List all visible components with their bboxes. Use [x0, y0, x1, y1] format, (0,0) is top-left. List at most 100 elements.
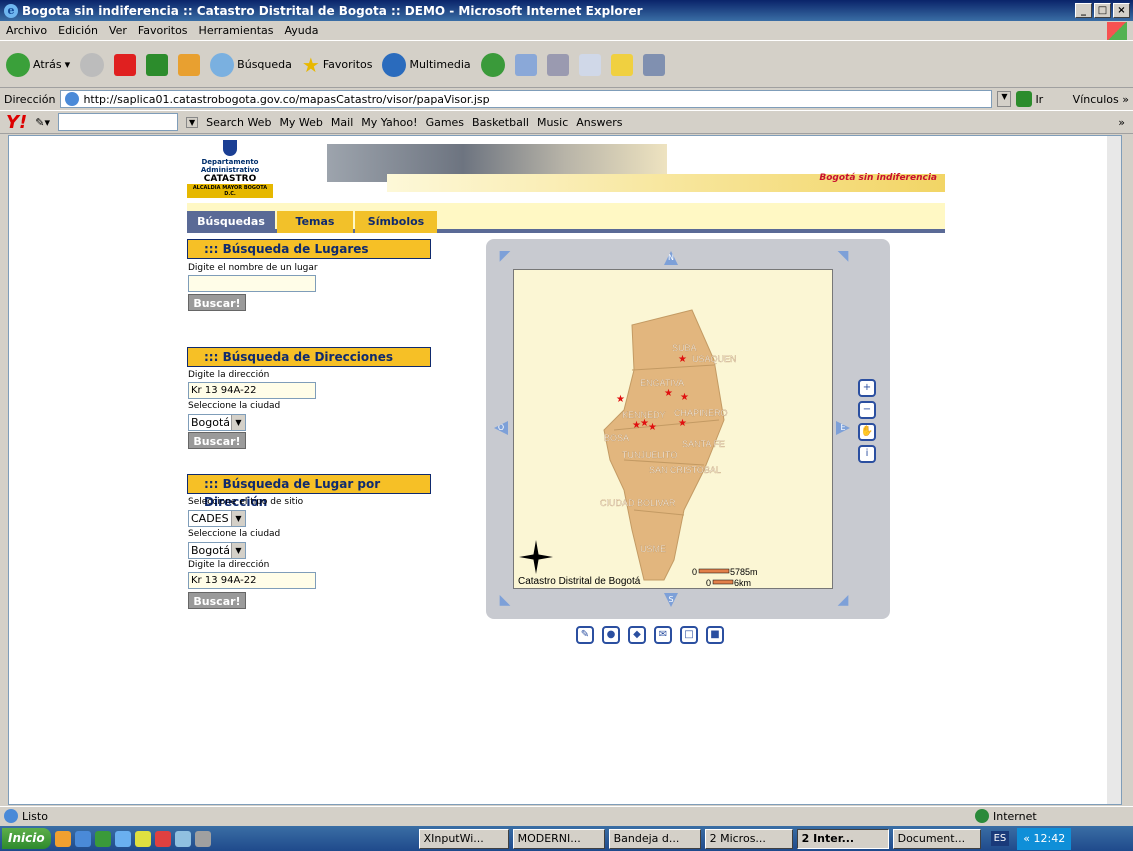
task-button[interactable]: 2 Micros... — [704, 828, 793, 849]
quicklaunch-icon[interactable] — [54, 830, 71, 847]
clock[interactable]: 12:42 — [1034, 832, 1066, 845]
yahoo-logo-icon[interactable]: Y! — [6, 112, 27, 133]
start-button[interactable]: Inicio — [2, 828, 51, 849]
marker-star[interactable]: ★ — [678, 354, 687, 365]
label-bosa: BOSA — [604, 433, 629, 443]
yahoo-item-mail[interactable]: Mail — [331, 116, 353, 129]
home-button[interactable] — [178, 53, 201, 76]
tab-busquedas[interactable]: Búsquedas — [187, 211, 275, 233]
direcciones-input[interactable]: Kr 13 94A-22 — [188, 382, 316, 399]
lugar-dir-addr-input[interactable]: Kr 13 94A-22 — [188, 572, 316, 589]
quicklaunch-icon[interactable] — [154, 830, 171, 847]
menu-archivo[interactable]: Archivo — [6, 24, 47, 37]
info-button[interactable]: i — [858, 445, 876, 463]
yahoo-item-myweb[interactable]: My Web — [279, 116, 322, 129]
go-button[interactable]: Ir — [1016, 91, 1043, 107]
tab-temas[interactable]: Temas — [277, 211, 353, 233]
marker-star[interactable]: ★ — [664, 388, 673, 399]
window-titlebar[interactable]: e Bogota sin indiferencia :: Catastro Di… — [0, 0, 1133, 21]
favorites-button[interactable]: ★ Favoritos — [302, 53, 373, 77]
language-indicator[interactable]: ES — [990, 831, 1010, 846]
edit-tool-button[interactable]: ✎ — [576, 626, 594, 644]
marker-star[interactable]: ★ — [678, 418, 687, 429]
lugares-input[interactable] — [188, 275, 316, 292]
pan-hand-button[interactable]: ✋ — [858, 423, 876, 441]
pan-northeast-button[interactable]: ◥ — [836, 249, 850, 263]
lugar-dir-search-button[interactable]: Buscar! — [188, 592, 246, 609]
pan-southeast-button[interactable]: ◢ — [836, 593, 850, 607]
pan-north-button[interactable]: N — [664, 251, 678, 265]
pan-west-button[interactable]: O — [494, 421, 508, 435]
lugar-dir-city-select[interactable]: Bogotá ▼ — [188, 542, 246, 559]
quicklaunch-icon[interactable] — [114, 830, 131, 847]
pan-east-button[interactable]: E — [836, 421, 850, 435]
minimize-button[interactable]: _ — [1075, 3, 1092, 18]
yahoo-item-games[interactable]: Games — [426, 116, 464, 129]
small-view-button[interactable]: □ — [680, 626, 698, 644]
vertical-scrollbar[interactable] — [1107, 136, 1121, 804]
search-web-button[interactable]: Search Web — [206, 116, 271, 129]
measure-tool-button[interactable]: ◆ — [628, 626, 646, 644]
zoom-in-button[interactable]: + — [858, 379, 876, 397]
close-button[interactable]: × — [1113, 3, 1130, 18]
address-input[interactable]: http://saplica01.catastrobogota.gov.co/m… — [60, 90, 993, 108]
full-view-button[interactable]: ■ — [706, 626, 724, 644]
messenger-button[interactable] — [642, 53, 665, 76]
task-button[interactable]: XInputWi... — [418, 828, 509, 849]
quicklaunch-icon[interactable] — [94, 830, 111, 847]
marker-star[interactable]: ★ — [648, 422, 657, 433]
mail-button[interactable] — [514, 53, 537, 76]
direcciones-search-button[interactable]: Buscar! — [188, 432, 246, 449]
marker-star[interactable]: ★ — [680, 392, 689, 403]
yahoo-item-basketball[interactable]: Basketball — [472, 116, 529, 129]
yahoo-item-music[interactable]: Music — [537, 116, 568, 129]
yahoo-more-icon[interactable]: » — [1118, 116, 1125, 129]
task-button[interactable]: Bandeja d... — [608, 828, 701, 849]
quicklaunch-icon[interactable] — [74, 830, 91, 847]
notes-button[interactable] — [610, 53, 633, 76]
task-button[interactable]: Document... — [892, 828, 981, 849]
back-button[interactable]: Atrás ▾ — [6, 52, 70, 77]
zoom-out-button[interactable]: − — [858, 401, 876, 419]
direcciones-city-select[interactable]: Bogotá ▼ — [188, 414, 246, 431]
quicklaunch-icon[interactable] — [194, 830, 211, 847]
edit-button[interactable] — [578, 53, 601, 76]
pan-southwest-button[interactable]: ◣ — [498, 593, 512, 607]
pan-northwest-button[interactable]: ◤ — [498, 249, 512, 263]
menu-ver[interactable]: Ver — [109, 24, 127, 37]
links-button[interactable]: Vínculos » — [1073, 93, 1129, 106]
yahoo-item-answers[interactable]: Answers — [576, 116, 622, 129]
quicklaunch-icon[interactable] — [174, 830, 191, 847]
stop-button[interactable] — [114, 53, 137, 76]
menu-ayuda[interactable]: Ayuda — [284, 24, 318, 37]
page-content: Departamento Administrativo CATASTRO ALC… — [8, 135, 1122, 805]
menu-herramientas[interactable]: Herramientas — [199, 24, 274, 37]
email-tool-button[interactable]: ✉ — [654, 626, 672, 644]
task-button[interactable]: MODERNI... — [512, 828, 605, 849]
map-canvas[interactable]: SUBA USAQUEN ENGATIVA KENNEDY CHAPINERO … — [513, 269, 833, 589]
yahoo-item-myyahoo[interactable]: My Yahoo! — [361, 116, 417, 129]
print-button[interactable] — [546, 53, 569, 76]
address-dropdown[interactable]: ▼ — [997, 91, 1012, 107]
yahoo-search-dropdown[interactable]: ▼ — [186, 116, 199, 128]
maximize-button[interactable]: □ — [1094, 3, 1111, 18]
forward-button[interactable] — [80, 52, 105, 77]
marker-star[interactable]: ★ — [616, 394, 625, 405]
windows-logo-icon — [1107, 22, 1127, 40]
refresh-button[interactable] — [146, 53, 169, 76]
history-button[interactable] — [480, 52, 505, 77]
lugares-search-button[interactable]: Buscar! — [188, 294, 246, 311]
globe-tool-button[interactable]: ● — [602, 626, 620, 644]
lugar-dir-type-select[interactable]: CADES ▼ — [188, 510, 246, 527]
tab-simbolos[interactable]: Símbolos — [355, 211, 437, 233]
yahoo-search-input[interactable] — [58, 113, 178, 131]
menu-favoritos[interactable]: Favoritos — [138, 24, 188, 37]
pencil-icon[interactable]: ✎▾ — [35, 116, 50, 129]
menu-edicion[interactable]: Edición — [58, 24, 98, 37]
media-button[interactable]: Multimedia — [382, 52, 471, 77]
task-button-active[interactable]: 2 Inter... — [796, 828, 889, 849]
search-button[interactable]: Búsqueda — [210, 52, 292, 77]
quicklaunch-icon[interactable] — [134, 830, 151, 847]
label-engativa: ENGATIVA — [640, 378, 684, 388]
pan-south-button[interactable]: S — [664, 593, 678, 607]
